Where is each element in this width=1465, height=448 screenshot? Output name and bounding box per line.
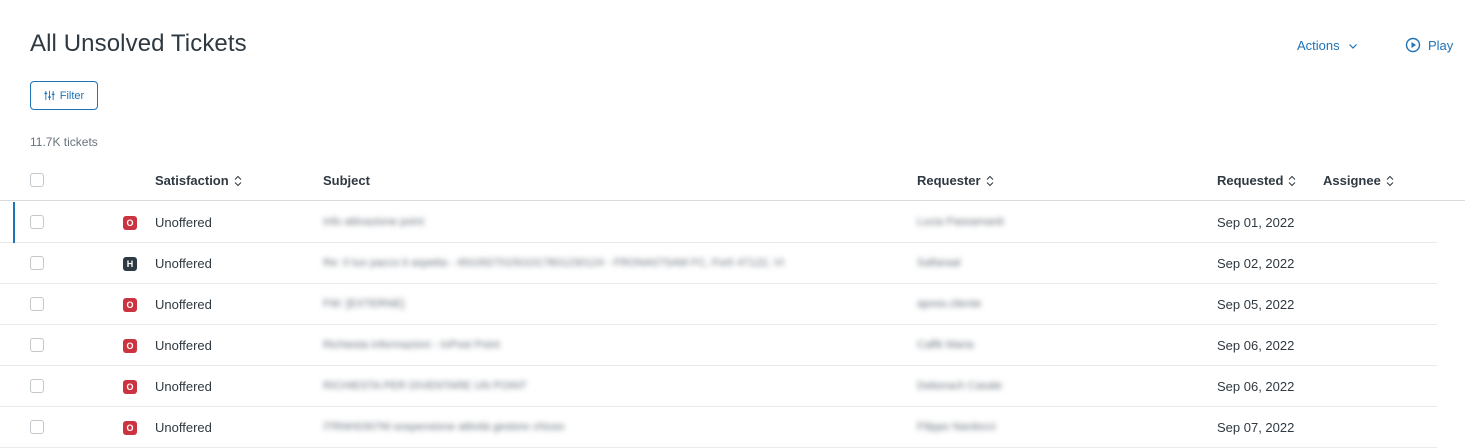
table-row[interactable]: H Unoffered Re: Il tuo pacco ti aspetta … bbox=[0, 243, 1437, 284]
table-row[interactable]: O Unoffered ITRNH0307M sospensione attiv… bbox=[0, 407, 1437, 448]
requested-cell: Sep 07, 2022 bbox=[1217, 420, 1295, 435]
play-button[interactable]: Play bbox=[1405, 37, 1453, 53]
status-badge: O bbox=[123, 339, 137, 353]
table-row[interactable]: O Unoffered Info attivazione point Lucia… bbox=[0, 202, 1437, 243]
row-checkbox[interactable] bbox=[30, 338, 44, 352]
subject-cell[interactable]: ITRNH0307M sospensione attività gestore … bbox=[323, 421, 565, 433]
select-all-checkbox[interactable] bbox=[30, 173, 44, 187]
satisfaction-cell: Unoffered bbox=[155, 215, 212, 230]
column-subject-label: Subject bbox=[323, 173, 370, 188]
status-badge: O bbox=[123, 216, 137, 230]
row-checkbox[interactable] bbox=[30, 420, 44, 434]
requester-cell[interactable]: Deborach Casale bbox=[917, 380, 1002, 392]
page-title: All Unsolved Tickets bbox=[30, 30, 247, 57]
requested-cell: Sep 01, 2022 bbox=[1217, 215, 1295, 230]
status-badge: H bbox=[123, 257, 137, 271]
satisfaction-cell: Unoffered bbox=[155, 256, 212, 271]
requested-cell: Sep 05, 2022 bbox=[1217, 297, 1295, 312]
sort-icon bbox=[234, 175, 242, 186]
filter-button[interactable]: Filter bbox=[30, 81, 98, 110]
column-requester[interactable]: Requester bbox=[917, 173, 994, 188]
play-label: Play bbox=[1428, 37, 1454, 53]
satisfaction-cell: Unoffered bbox=[155, 338, 212, 353]
column-assignee[interactable]: Assignee bbox=[1323, 173, 1394, 188]
satisfaction-cell: Unoffered bbox=[155, 297, 212, 312]
requester-cell[interactable]: Filippo Nardocci bbox=[917, 421, 996, 433]
requested-cell: Sep 06, 2022 bbox=[1217, 379, 1295, 394]
satisfaction-cell: Unoffered bbox=[155, 420, 212, 435]
table-row[interactable]: O Unoffered FW: [EXTERNE] aposs.cliente … bbox=[0, 284, 1437, 325]
chevron-down-icon bbox=[1348, 43, 1357, 49]
column-requested-label: Requested bbox=[1217, 173, 1284, 188]
subject-cell[interactable]: Richiesta informazioni - InPost Point bbox=[323, 339, 500, 351]
requester-cell[interactable]: Safiaraal bbox=[917, 257, 960, 269]
filter-label: Filter bbox=[59, 89, 85, 102]
table-row[interactable]: O Unoffered Richiesta informazioni - InP… bbox=[0, 325, 1437, 366]
column-assignee-label: Assignee bbox=[1323, 173, 1381, 188]
sort-icon bbox=[1289, 175, 1296, 186]
requester-cell[interactable]: Lucia Passamanti bbox=[917, 216, 1004, 228]
sort-icon bbox=[986, 175, 993, 186]
row-checkbox[interactable] bbox=[30, 379, 44, 393]
satisfaction-cell: Unoffered bbox=[155, 379, 212, 394]
ticket-count: 11.7K tickets bbox=[30, 135, 98, 149]
table-header: Satisfaction Subject Requester Requested… bbox=[0, 163, 1465, 201]
requester-cell[interactable]: Caffè Maria bbox=[917, 339, 974, 351]
actions-menu-button[interactable]: Actions bbox=[1297, 38, 1358, 53]
table-row[interactable]: O Unoffered RICHIESTA PER DIVENTARE UN P… bbox=[0, 366, 1437, 407]
actions-label: Actions bbox=[1297, 38, 1340, 53]
requested-cell: Sep 02, 2022 bbox=[1217, 256, 1295, 271]
status-badge: O bbox=[123, 421, 137, 435]
subject-cell[interactable]: FW: [EXTERNE] bbox=[323, 298, 404, 310]
row-checkbox[interactable] bbox=[30, 256, 44, 270]
column-requested[interactable]: Requested bbox=[1217, 173, 1296, 188]
subject-cell[interactable]: Info attivazione point bbox=[323, 216, 424, 228]
column-satisfaction[interactable]: Satisfaction bbox=[155, 173, 242, 188]
column-satisfaction-label: Satisfaction bbox=[155, 173, 229, 188]
sort-icon bbox=[1386, 175, 1394, 186]
row-checkbox[interactable] bbox=[30, 215, 44, 229]
play-icon bbox=[1405, 37, 1421, 53]
filter-sliders-icon bbox=[44, 90, 55, 101]
status-badge: O bbox=[123, 380, 137, 394]
requested-cell: Sep 06, 2022 bbox=[1217, 338, 1295, 353]
column-subject[interactable]: Subject bbox=[323, 173, 370, 188]
status-badge: O bbox=[123, 298, 137, 312]
subject-cell[interactable]: RICHIESTA PER DIVENTARE UN POINT bbox=[323, 380, 527, 392]
requester-cell[interactable]: aposs.cliente bbox=[917, 298, 981, 310]
column-requester-label: Requester bbox=[917, 173, 981, 188]
row-checkbox[interactable] bbox=[30, 297, 44, 311]
subject-cell[interactable]: Re: Il tuo pacco ti aspetta - 4910927015… bbox=[323, 257, 784, 269]
